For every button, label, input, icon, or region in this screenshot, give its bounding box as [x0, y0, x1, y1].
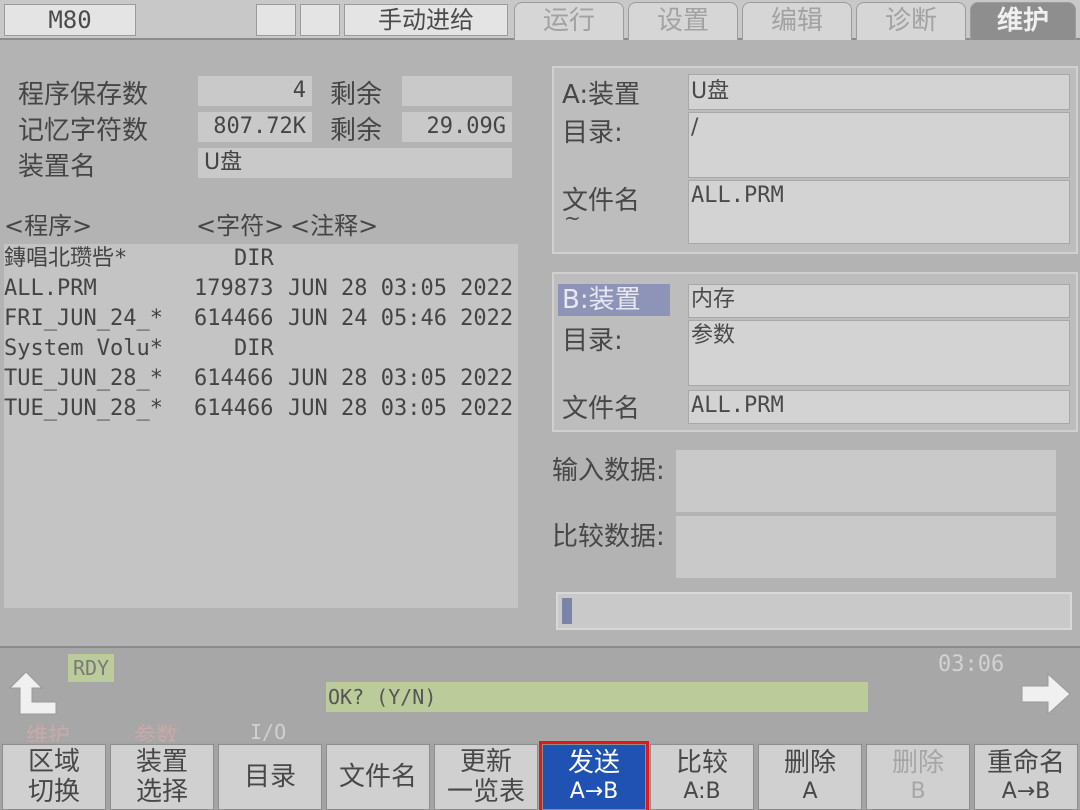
tab-setup[interactable]: 设置: [628, 2, 738, 40]
softkey-device-select[interactable]: 装置 选择: [110, 744, 214, 810]
file-b-label: 文件名: [562, 394, 641, 424]
softkey-area-switch[interactable]: 区域 切换: [2, 744, 106, 810]
softkey-delete-a[interactable]: 删除 A: [758, 744, 862, 810]
status-strip: RDY OK? (Y/N) 03:06 维护 参数 I/O: [0, 646, 1080, 749]
file-name: 鏄唱北瓒呰*: [4, 246, 128, 271]
file-row[interactable]: ALL.PRM 179873 JUN 28 03:05 2022: [4, 274, 518, 304]
softkey-filename[interactable]: 文件名: [326, 744, 430, 810]
device-a-panel: A:装置 U盘 目录: / 文件名 ~ ALL.PRM: [552, 66, 1078, 254]
tab-diagnosis[interactable]: 诊断: [856, 2, 966, 40]
device-b-panel: B:装置 内存 目录: 参数 文件名 ALL.PRM: [552, 272, 1078, 432]
file-row[interactable]: 鏄唱北瓒呰* DIR: [4, 244, 518, 274]
device-name-label: 装置名: [18, 152, 97, 182]
compare-data-label: 比较数据:: [552, 522, 665, 552]
mode-indicator: M80: [4, 4, 136, 36]
remain-label-1: 剩余: [330, 80, 383, 110]
dir-b-label: 目录:: [562, 326, 623, 356]
file-size: 179873: [194, 276, 274, 301]
ready-indicator: RDY: [68, 654, 114, 682]
dir-b-field[interactable]: 参数: [688, 320, 1070, 386]
crumb-io: I/O: [250, 720, 287, 744]
file-b-field[interactable]: ALL.PRM: [688, 390, 1070, 424]
col-header-program: <程序>: [4, 212, 93, 240]
remain-label-2: 剩余: [330, 116, 383, 146]
prog-count-value: 4: [198, 76, 312, 106]
status-slot-2: [300, 4, 340, 36]
softkey-directory[interactable]: 目录: [218, 744, 322, 810]
tab-maintenance[interactable]: 维护: [970, 2, 1076, 40]
memory-value: 807.72K: [198, 112, 312, 142]
file-row[interactable]: System Volu* DIR: [4, 334, 518, 364]
col-header-comment: <注释>: [290, 212, 379, 240]
softkey-compare[interactable]: 比较 A:B: [650, 744, 754, 810]
softkey-bar: 区域 切换 装置 选择 目录 文件名 更新 一览表 发送 A→B 比较 A:B 删除 A 删…: [0, 741, 1080, 810]
compare-data-field: [676, 516, 1056, 578]
top-bar: M80 手动进给 运行 设置 编辑 诊断 维护: [0, 0, 1080, 40]
softkey-delete-b[interactable]: 删除 B: [866, 744, 970, 810]
file-date: JUN 24 05:46 2022: [288, 306, 514, 331]
input-data-label: 输入数据:: [552, 456, 665, 486]
device-b-label: B:装置: [558, 284, 670, 316]
file-a-mark: ~: [564, 206, 581, 230]
file-row[interactable]: FRI_JUN_24_* 614466 JUN 24 05:46 2022: [4, 304, 518, 334]
file-list[interactable]: 鏄唱北瓒呰* DIR ALL.PRM 179873 JUN 28 03:05 2…: [4, 244, 518, 608]
file-date: JUN 28 03:05 2022: [288, 276, 514, 301]
device-a-label: A:装置: [562, 80, 641, 110]
file-a-field[interactable]: ALL.PRM: [688, 180, 1070, 244]
file-name: FRI_JUN_24_*: [4, 306, 163, 331]
back-arrow-icon[interactable]: [6, 668, 62, 720]
progress-fill: [562, 598, 572, 624]
input-data-field: [676, 450, 1056, 512]
remain-value-2: 29.09G: [402, 112, 512, 142]
clock: 03:06: [938, 652, 1005, 677]
file-size: 614466: [194, 366, 274, 391]
device-name-value: U盘: [198, 148, 512, 178]
softkey-refresh-list[interactable]: 更新 一览表: [434, 744, 538, 810]
prog-count-label: 程序保存数: [18, 80, 149, 110]
file-size: DIR: [234, 246, 274, 271]
prompt-box: OK? (Y/N): [326, 682, 868, 712]
file-name: System Volu*: [4, 336, 163, 361]
file-size: 614466: [194, 306, 274, 331]
forward-arrow-icon[interactable]: [1018, 668, 1074, 720]
remain-value-1: [402, 76, 512, 106]
device-b-field[interactable]: 内存: [688, 284, 1070, 318]
status-slot-1: [256, 4, 296, 36]
memory-label: 记忆字符数: [18, 116, 149, 146]
file-size: 614466: [194, 396, 274, 421]
transfer-progress-bar: [556, 592, 1072, 630]
file-row[interactable]: TUE_JUN_28_* 614466 JUN 28 03:05 2022: [4, 364, 518, 394]
file-name: ALL.PRM: [4, 276, 97, 301]
file-name: TUE_JUN_28_*: [4, 366, 163, 391]
softkey-rename[interactable]: 重命名 A→B: [974, 744, 1078, 810]
dir-a-field[interactable]: /: [688, 112, 1070, 178]
softkey-send-a-to-b[interactable]: 发送 A→B: [539, 741, 649, 810]
file-date: JUN 28 03:05 2022: [288, 396, 514, 421]
col-header-chars: <字符>: [196, 212, 285, 240]
file-row[interactable]: TUE_JUN_28_* 614466 JUN 28 03:05 2022: [4, 394, 518, 424]
feed-mode-label: 手动进给: [344, 4, 508, 36]
file-size: DIR: [234, 336, 274, 361]
dir-a-label: 目录:: [562, 118, 623, 148]
device-a-field[interactable]: U盘: [688, 74, 1070, 110]
tab-edit[interactable]: 编辑: [742, 2, 852, 40]
file-date: JUN 28 03:05 2022: [288, 366, 514, 391]
tab-run[interactable]: 运行: [514, 2, 624, 40]
file-name: TUE_JUN_28_*: [4, 396, 163, 421]
